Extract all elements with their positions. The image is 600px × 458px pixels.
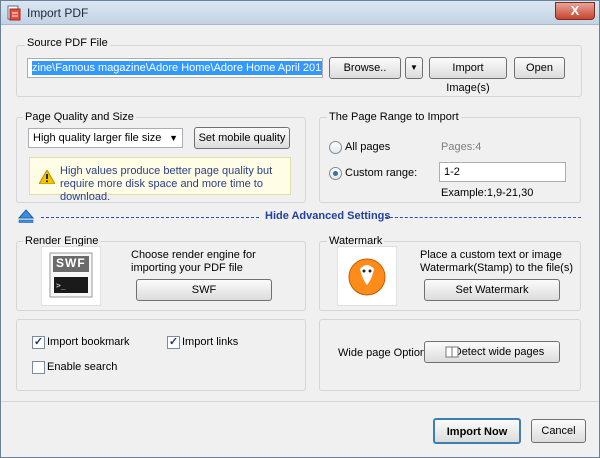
all-pages-radio[interactable] <box>329 141 342 154</box>
browse-dropdown-button[interactable]: ▼ <box>405 57 423 79</box>
advanced-divider-right <box>385 217 581 218</box>
chevron-down-icon: ▼ <box>169 133 178 143</box>
quality-selected-value: High quality larger file size <box>33 132 162 144</box>
watermark-description: Place a custom text or image Watermark(S… <box>420 249 574 274</box>
advanced-divider-left <box>41 217 259 218</box>
page-range-label: The Page Range to Import <box>327 111 461 123</box>
swf-button[interactable]: SWF <box>136 279 272 301</box>
import-links-label: Import links <box>182 336 239 348</box>
source-pdf-label: Source PDF File <box>25 37 110 49</box>
title-bar: Import PDF X <box>1 1 599 25</box>
render-engine-description: Choose render engine for importing your … <box>131 249 256 274</box>
wide-page-label: Wide page Option <box>338 347 427 359</box>
open-button[interactable]: Open <box>514 57 565 79</box>
custom-range-input[interactable]: 1-2 <box>439 162 566 182</box>
range-example: Example:1,9-21,30 <box>441 187 534 199</box>
warning-icon <box>39 170 55 184</box>
quality-notice: High values produce better page quality … <box>29 157 291 203</box>
footer-divider <box>1 401 599 402</box>
quality-notice-text: High values produce better page quality … <box>60 165 273 203</box>
close-button[interactable]: X <box>555 2 595 20</box>
set-watermark-button[interactable]: Set Watermark <box>424 279 560 301</box>
pages-count: Pages:4 <box>441 141 482 153</box>
import-images-button[interactable]: Import Image(s) <box>429 57 507 94</box>
import-pdf-dialog: Import PDF X Source PDF File zine\Famous… <box>0 0 600 458</box>
import-options-group <box>16 319 306 391</box>
custom-range-label: Custom range: <box>345 167 418 179</box>
browse-button[interactable]: Browse.. <box>329 57 401 79</box>
pdf-path-input[interactable]: zine\Famous magazine\Adore Home\Adore Ho… <box>27 58 323 78</box>
pdf-file-icon <box>7 5 21 21</box>
swf-engine-icon: >_ SWF <box>41 246 101 306</box>
cancel-button[interactable]: Cancel <box>531 419 586 443</box>
svg-text:>_: >_ <box>56 281 66 290</box>
page-quality-label: Page Quality and Size <box>23 111 136 123</box>
pdf-path-value: zine\Famous magazine\Adore Home\Adore Ho… <box>32 61 322 75</box>
import-links-checkbox[interactable]: ✓ <box>167 336 180 349</box>
enable-search-checkbox[interactable] <box>32 361 45 374</box>
quality-select[interactable]: High quality larger file size ▼ <box>28 128 183 148</box>
import-now-button[interactable]: Import Now <box>433 418 521 444</box>
all-pages-label: All pages <box>345 141 391 153</box>
hide-advanced-settings-link[interactable]: Hide Advanced Settings <box>265 210 391 222</box>
watermark-stamp-icon <box>337 246 397 306</box>
enable-search-label: Enable search <box>47 361 118 373</box>
custom-range-radio[interactable] <box>329 167 342 180</box>
swf-icon-label: SWF <box>56 256 86 270</box>
wide-page-icon <box>445 346 459 358</box>
detect-wide-pages-button[interactable]: Detect wide pages <box>424 341 560 363</box>
collapse-icon[interactable] <box>18 209 34 223</box>
import-bookmark-checkbox[interactable]: ✓ <box>32 336 45 349</box>
window-title: Import PDF <box>27 6 89 20</box>
import-bookmark-label: Import bookmark <box>47 336 130 348</box>
set-mobile-quality-button[interactable]: Set mobile quality <box>194 127 290 149</box>
